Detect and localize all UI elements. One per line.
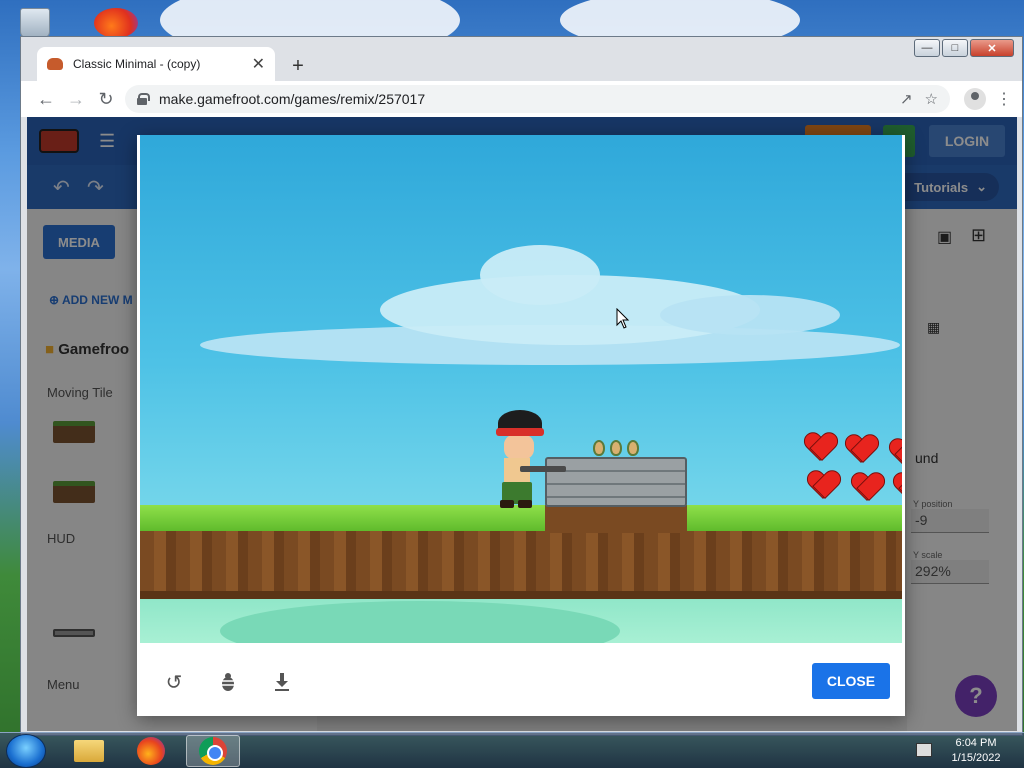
ground-grass bbox=[140, 505, 902, 533]
bug-icon[interactable] bbox=[213, 667, 243, 697]
taskbar-firefox[interactable] bbox=[124, 735, 178, 767]
chrome-icon bbox=[199, 737, 227, 765]
tab-close-icon[interactable]: ✕ bbox=[252, 54, 265, 74]
player-character bbox=[492, 410, 566, 508]
file-explorer-icon bbox=[74, 740, 104, 762]
share-icon[interactable]: ↗ bbox=[900, 90, 913, 108]
bug-glyph-icon bbox=[220, 673, 236, 691]
heart-icon bbox=[894, 473, 902, 501]
hero-headband bbox=[496, 428, 544, 436]
taskbar-chrome[interactable] bbox=[186, 735, 240, 767]
menu-kebab-icon[interactable]: ⋮ bbox=[996, 89, 1012, 109]
heart-icon bbox=[808, 471, 838, 499]
clock-date: 1/15/2022 bbox=[951, 752, 1001, 764]
restart-icon[interactable]: ↺ bbox=[159, 667, 189, 697]
reload-button[interactable]: ↻ bbox=[91, 84, 121, 114]
cloud-shape bbox=[480, 245, 600, 305]
profile-avatar-icon[interactable] bbox=[964, 88, 986, 110]
modal-footer: ↺ CLOSE bbox=[137, 643, 905, 716]
heart-icon bbox=[852, 473, 882, 501]
recycle-bin-icon[interactable] bbox=[20, 8, 50, 38]
forward-button[interactable]: → bbox=[61, 84, 91, 114]
egg-pickup bbox=[627, 440, 639, 456]
stone-wall bbox=[545, 457, 687, 507]
lock-icon[interactable] bbox=[137, 93, 150, 105]
hero-face bbox=[504, 434, 534, 460]
wall-base bbox=[545, 505, 687, 533]
browser-toolbar: ← → ↻ make.gamefroot.com/games/remix/257… bbox=[21, 81, 1022, 117]
url-text: make.gamefroot.com/games/remix/257017 bbox=[159, 91, 426, 107]
ground-dirt bbox=[140, 531, 902, 595]
heart-icon bbox=[890, 439, 902, 467]
heart-icon bbox=[846, 435, 876, 463]
ground-edge bbox=[140, 591, 902, 599]
heart-icon bbox=[805, 433, 835, 461]
hero-boot bbox=[500, 500, 514, 508]
tab-title: Classic Minimal - (copy) bbox=[73, 57, 201, 71]
game-canvas[interactable] bbox=[140, 135, 902, 643]
taskbar: 6:04 PM 1/15/2022 bbox=[0, 732, 1024, 768]
tab-strip: Classic Minimal - (copy) ✕ + bbox=[21, 45, 1022, 81]
start-button[interactable] bbox=[6, 734, 46, 768]
system-clock[interactable]: 6:04 PM 1/15/2022 bbox=[940, 736, 1012, 766]
hero-boot bbox=[518, 500, 532, 508]
game-preview-modal: ↺ CLOSE bbox=[137, 135, 905, 716]
firefox-desktop-icon[interactable] bbox=[94, 8, 138, 38]
hero-gun bbox=[520, 466, 566, 472]
gamefroot-favicon-icon bbox=[47, 58, 63, 70]
download-icon[interactable] bbox=[267, 667, 297, 697]
new-tab-button[interactable]: + bbox=[285, 53, 311, 79]
firefox-icon bbox=[137, 737, 165, 765]
bookmark-star-icon[interactable]: ☆ bbox=[925, 90, 938, 108]
clock-time: 6:04 PM bbox=[955, 737, 997, 749]
browser-tab[interactable]: Classic Minimal - (copy) ✕ bbox=[37, 47, 275, 81]
mouse-cursor-icon bbox=[616, 308, 630, 329]
address-bar[interactable]: make.gamefroot.com/games/remix/257017 ↗ … bbox=[125, 85, 950, 113]
egg-pickup bbox=[610, 440, 622, 456]
download-glyph-icon bbox=[275, 673, 289, 691]
taskbar-file-explorer[interactable] bbox=[62, 735, 116, 767]
action-center-icon[interactable] bbox=[916, 743, 932, 757]
cloud-shape bbox=[660, 295, 840, 335]
egg-pickup bbox=[593, 440, 605, 456]
close-button[interactable]: CLOSE bbox=[812, 663, 890, 699]
back-button[interactable]: ← bbox=[31, 84, 61, 114]
